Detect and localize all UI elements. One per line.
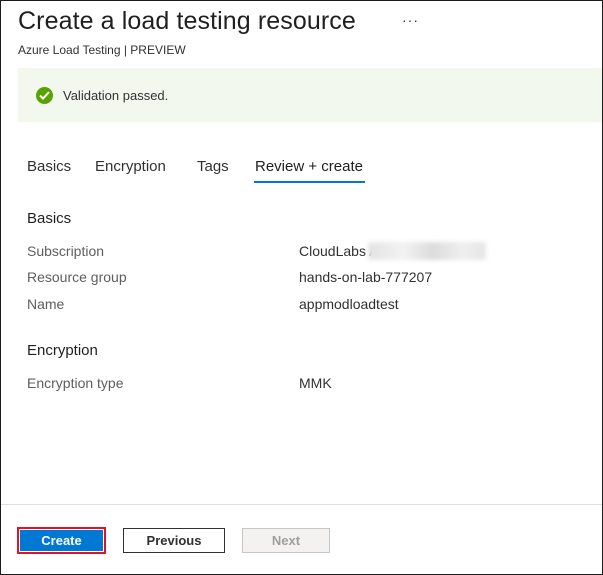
- validation-banner: Validation passed.: [18, 68, 602, 122]
- tab-tags[interactable]: Tags: [197, 158, 229, 175]
- page-title: Create a load testing resource: [18, 7, 356, 35]
- more-options-icon[interactable]: ···: [402, 12, 419, 28]
- validation-message: Validation passed.: [63, 88, 169, 103]
- create-resource-blade: Create a load testing resource ··· Azure…: [0, 0, 603, 575]
- encryption-type-value: MMK: [299, 375, 332, 391]
- footer-divider: [1, 504, 602, 505]
- previous-button[interactable]: Previous: [123, 528, 225, 553]
- create-button-label: Create: [20, 530, 103, 551]
- next-button[interactable]: Next: [242, 528, 330, 553]
- basics-heading: Basics: [27, 210, 72, 227]
- encryption-heading: Encryption: [27, 342, 98, 359]
- name-label: Name: [27, 296, 65, 312]
- resource-group-value: hands-on-lab-777207: [299, 269, 433, 285]
- name-value: appmodloadtest: [299, 296, 399, 312]
- subscription-value: CloudLabs A: [299, 243, 379, 259]
- page-subtitle: Azure Load Testing | PREVIEW: [18, 43, 186, 57]
- active-tab-indicator: [254, 181, 365, 183]
- encryption-type-label: Encryption type: [27, 375, 124, 391]
- subscription-label: Subscription: [27, 243, 105, 259]
- tab-basics[interactable]: Basics: [27, 158, 71, 175]
- tab-review-create[interactable]: Review + create: [255, 158, 363, 175]
- create-button[interactable]: Create: [17, 527, 106, 554]
- resource-group-label: Resource group: [27, 269, 127, 285]
- tab-bar: Basics Encryption Tags Review + create: [1, 158, 602, 188]
- tab-encryption[interactable]: Encryption: [95, 158, 166, 175]
- check-circle-icon: [36, 87, 53, 104]
- redacted-area: [368, 242, 486, 260]
